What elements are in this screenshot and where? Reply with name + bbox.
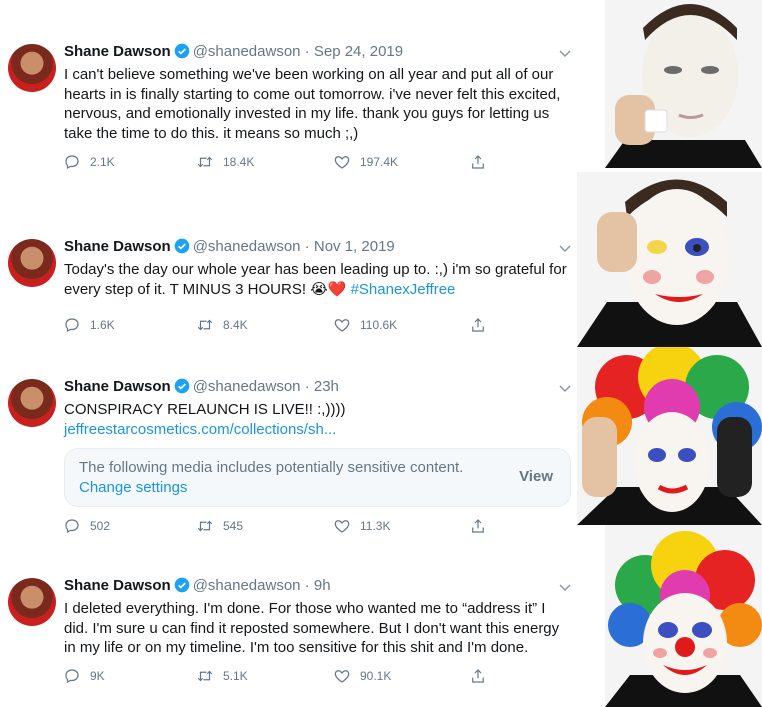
avatar[interactable] bbox=[8, 379, 56, 427]
avatar[interactable] bbox=[8, 578, 56, 626]
retweet-button[interactable]: 545 bbox=[196, 517, 243, 535]
like-button[interactable]: 11.3K bbox=[333, 517, 390, 535]
author-name[interactable]: Shane Dawson bbox=[64, 43, 171, 60]
share-button[interactable] bbox=[469, 153, 487, 171]
reply-button[interactable]: 2.1K bbox=[63, 153, 115, 171]
retweet-icon bbox=[197, 156, 213, 168]
meme-panel-base-makeup bbox=[605, 0, 762, 168]
retweet-count: 18.4K bbox=[223, 155, 255, 169]
reply-icon bbox=[65, 669, 79, 684]
share-icon bbox=[472, 155, 484, 169]
like-count: 197.4K bbox=[360, 155, 399, 169]
retweet-button[interactable]: 5.1K bbox=[196, 667, 248, 685]
tweet-date[interactable]: 9h bbox=[314, 577, 331, 594]
verified-icon bbox=[174, 577, 190, 593]
like-button[interactable]: 197.4K bbox=[333, 153, 398, 171]
meme-panel-clown-wig bbox=[577, 347, 762, 525]
hashtag-link[interactable]: #ShanexJeffree bbox=[351, 281, 456, 298]
emoji: 😭❤️ bbox=[310, 280, 347, 298]
tweet-text: I deleted everything. I'm done. For thos… bbox=[64, 600, 560, 656]
reply-count: 1.6K bbox=[90, 318, 115, 332]
retweet-icon bbox=[197, 670, 213, 682]
chevron-down-icon[interactable] bbox=[558, 46, 572, 60]
like-button[interactable]: 110.6K bbox=[333, 316, 397, 334]
author-handle[interactable]: @shanedawson bbox=[193, 238, 301, 255]
share-button[interactable] bbox=[469, 667, 487, 685]
author-name[interactable]: Shane Dawson bbox=[64, 378, 171, 395]
tweet-header: Shane Dawson @shanedawson · 23h bbox=[64, 378, 339, 395]
reply-count: 2.1K bbox=[90, 155, 115, 169]
like-icon bbox=[334, 520, 350, 533]
share-button[interactable] bbox=[469, 316, 487, 334]
retweet-count: 8.4K bbox=[223, 318, 248, 332]
tweet-date[interactable]: Nov 1, 2019 bbox=[314, 238, 395, 255]
chevron-down-icon[interactable] bbox=[558, 241, 572, 255]
sensitive-message: The following media includes potentially… bbox=[79, 459, 464, 476]
share-icon bbox=[472, 318, 484, 332]
like-count: 110.6K bbox=[360, 318, 398, 332]
retweet-icon bbox=[197, 520, 213, 532]
reply-button[interactable]: 502 bbox=[63, 517, 110, 535]
author-handle[interactable]: @shanedawson bbox=[193, 43, 301, 60]
tweet-header: Shane Dawson @shanedawson · Nov 1, 2019 bbox=[64, 238, 395, 255]
verified-icon bbox=[174, 238, 190, 254]
retweet-button[interactable]: 18.4K bbox=[196, 153, 254, 171]
author-name[interactable]: Shane Dawson bbox=[64, 577, 171, 594]
reply-icon bbox=[65, 519, 79, 534]
retweet-button[interactable]: 8.4K bbox=[196, 316, 248, 334]
tweet-header: Shane Dawson @shanedawson · 9h bbox=[64, 577, 331, 594]
tweet-text-block: CONSPIRACY RELAUNCH IS LIVE!! :,)))) jef… bbox=[64, 400, 570, 439]
tweet-actions: 502 545 11.3K bbox=[63, 517, 484, 537]
avatar[interactable] bbox=[8, 44, 56, 92]
meme-panel-clown-face bbox=[577, 172, 762, 347]
tweet-actions: 1.6K 8.4K 110.6K bbox=[63, 316, 484, 336]
reply-count: 502 bbox=[90, 519, 111, 533]
like-icon bbox=[334, 156, 350, 169]
retweet-count: 545 bbox=[223, 519, 244, 533]
share-button[interactable] bbox=[469, 517, 487, 535]
retweet-count: 5.1K bbox=[223, 669, 248, 683]
like-icon bbox=[334, 670, 350, 683]
verified-icon bbox=[174, 378, 190, 394]
tweet-link[interactable]: jeffreestarcosmetics.com/collections/sh.… bbox=[64, 420, 570, 440]
meme-panel-full-clown bbox=[605, 525, 762, 707]
author-name[interactable]: Shane Dawson bbox=[64, 238, 171, 255]
tweet-actions: 2.1K 18.4K 197.4K bbox=[63, 153, 484, 173]
like-button[interactable]: 90.1K bbox=[333, 667, 391, 685]
author-handle[interactable]: @shanedawson bbox=[193, 577, 301, 594]
share-icon bbox=[472, 669, 484, 683]
reply-count: 9K bbox=[90, 669, 105, 683]
tweet-text: I can't believe something we've been wor… bbox=[64, 66, 561, 142]
tweet-text: CONSPIRACY RELAUNCH IS LIVE!! :,)))) bbox=[64, 401, 346, 418]
tweet-date[interactable]: 23h bbox=[314, 378, 339, 395]
tweet-actions: 9K 5.1K 90.1K bbox=[63, 667, 484, 687]
author-handle[interactable]: @shanedawson bbox=[193, 378, 301, 395]
tweet-header: Shane Dawson @shanedawson · Sep 24, 2019 bbox=[64, 43, 404, 60]
verified-icon bbox=[174, 43, 190, 59]
chevron-down-icon[interactable] bbox=[558, 580, 572, 594]
view-button[interactable]: View bbox=[519, 468, 553, 485]
like-icon bbox=[334, 319, 350, 332]
share-icon bbox=[472, 519, 484, 533]
avatar[interactable] bbox=[8, 239, 56, 287]
retweet-icon bbox=[197, 319, 213, 331]
chevron-down-icon[interactable] bbox=[558, 381, 572, 395]
tweet-date[interactable]: Sep 24, 2019 bbox=[314, 43, 403, 60]
like-count: 90.1K bbox=[360, 669, 392, 683]
reply-button[interactable]: 9K bbox=[63, 667, 105, 685]
reply-icon bbox=[65, 155, 79, 170]
reply-button[interactable]: 1.6K bbox=[63, 316, 115, 334]
change-settings-link[interactable]: Change settings bbox=[79, 479, 187, 496]
reply-icon bbox=[65, 318, 79, 333]
sensitive-media-warning: The following media includes potentially… bbox=[64, 448, 571, 507]
like-count: 11.3K bbox=[360, 519, 391, 533]
tweet-text-block: Today's the day our whole year has been … bbox=[64, 260, 570, 299]
